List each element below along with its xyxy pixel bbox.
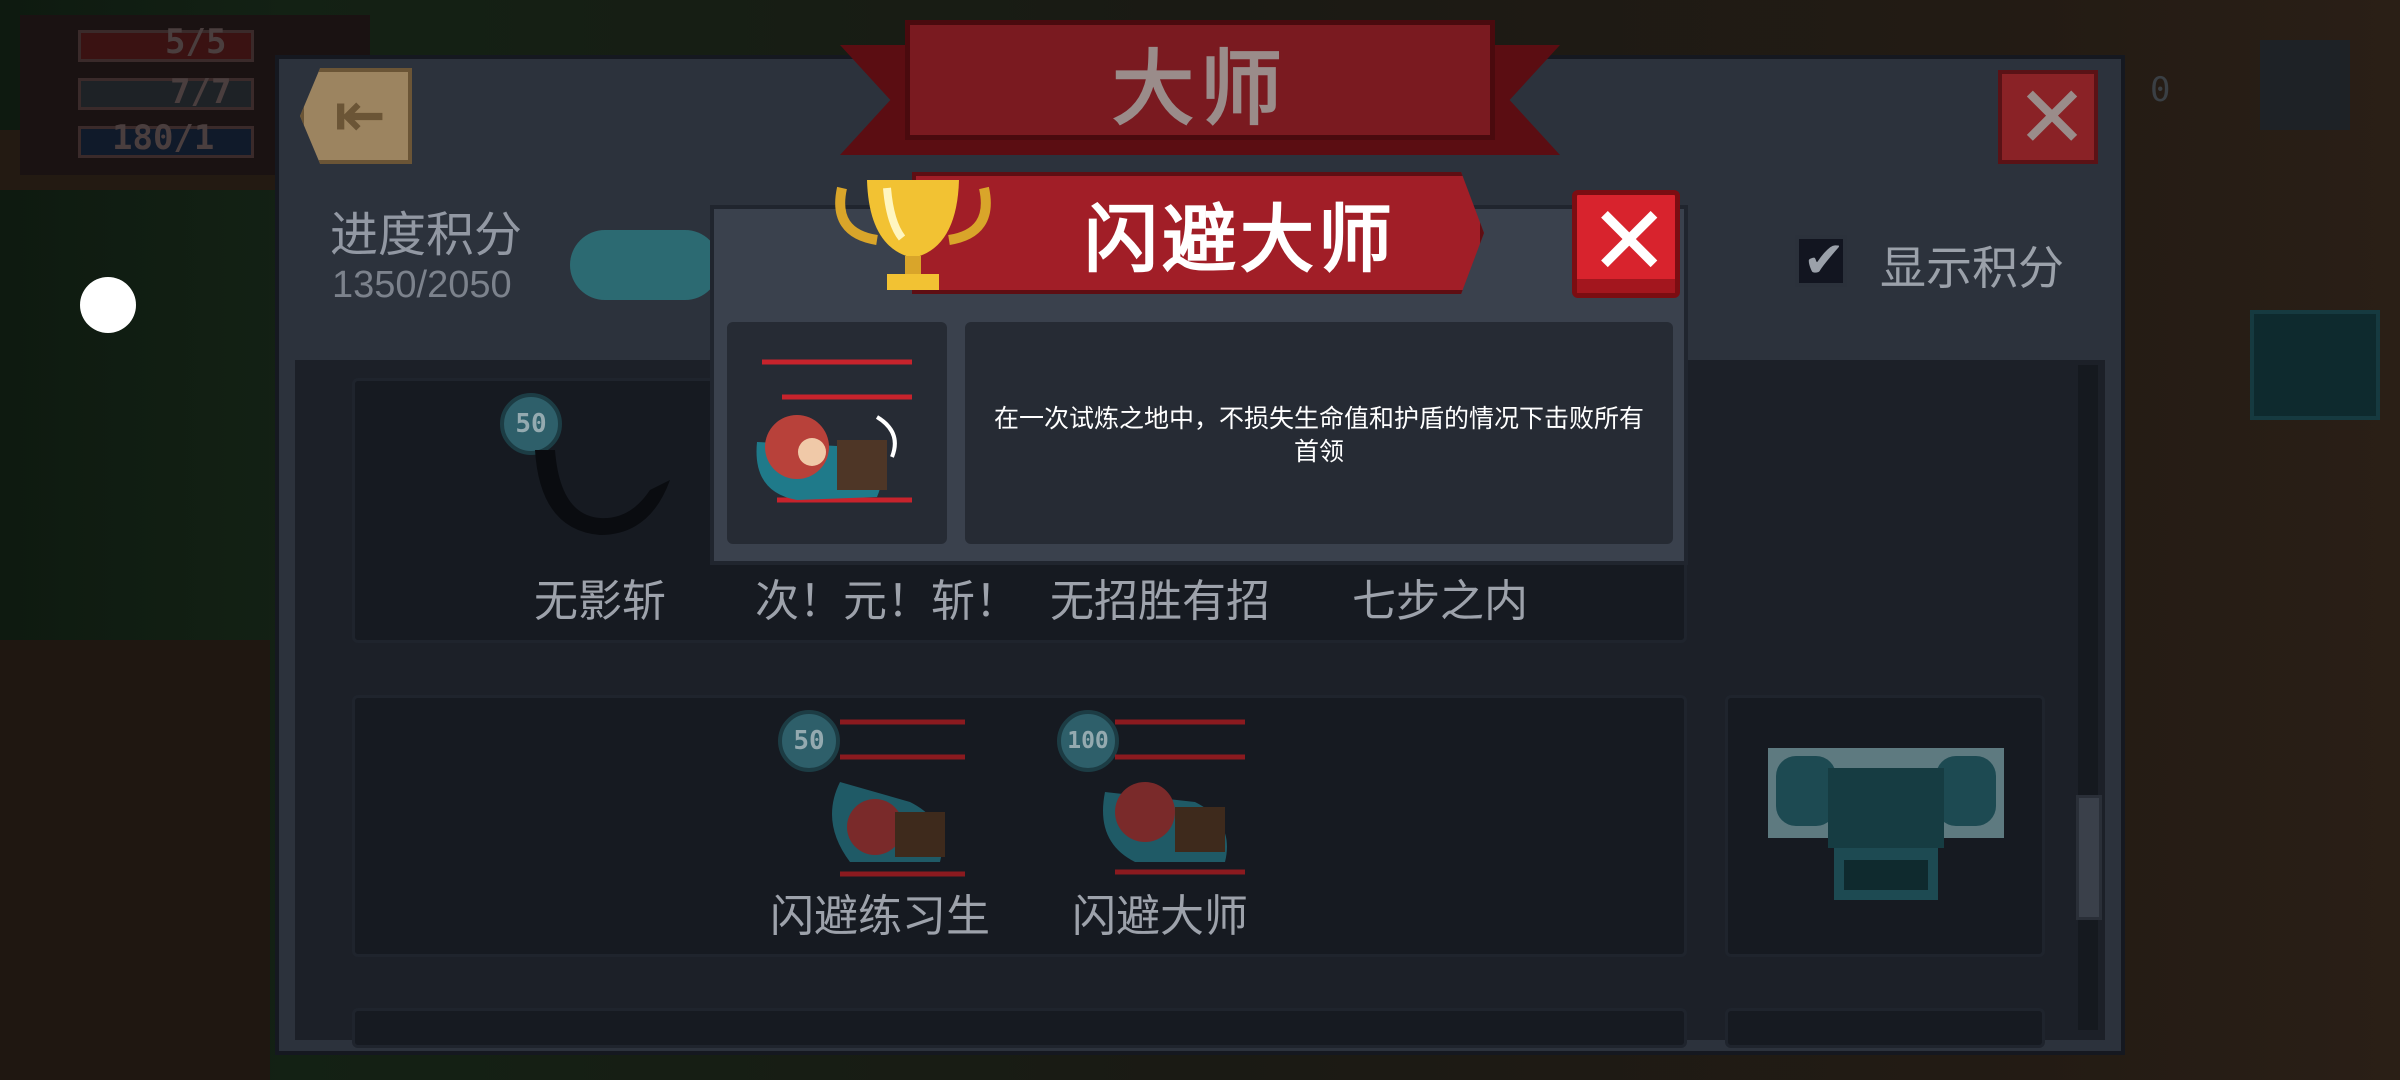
achievement-name[interactable]: 闪避练习生 [760, 880, 1000, 944]
achievement-name[interactable]: 七步之内 [1340, 565, 1540, 629]
achievement-name[interactable]: 闪避大师 [1060, 880, 1260, 944]
show-points-checkbox[interactable]: ✔ [1795, 231, 1847, 289]
panel-close-button[interactable]: ✕ [1998, 68, 2098, 168]
popup-close-button[interactable]: ✕ [1572, 185, 1680, 298]
trophy-icon [835, 180, 991, 290]
hp-text: 5/5 [165, 22, 227, 62]
close-icon: ✕ [2016, 68, 2089, 168]
touch-indicator-dot [80, 277, 136, 333]
dodge-master-icon [1103, 719, 1245, 875]
achievement-row-card [352, 1008, 1687, 1048]
reward-card [1725, 1008, 2045, 1048]
reward-chest-icon[interactable] [1768, 748, 2004, 900]
achievement-description: 在一次试炼之地中，不损失生命值和护盾的情况下击败所有首领 [993, 404, 1644, 466]
achievement-row-card [352, 695, 1687, 957]
energy-text: 180/1 [112, 118, 215, 158]
dodge-apprentice-icon [832, 719, 965, 877]
achievement-icon-frame [727, 322, 947, 544]
show-points-label[interactable]: 显示积分 [1880, 232, 2064, 298]
exit-icon: ⇤ [334, 78, 386, 151]
progress-label: 进度积分 [330, 207, 523, 263]
scrollbar-thumb[interactable] [2076, 795, 2102, 920]
achievement-name[interactable]: 无影斩 [520, 565, 680, 629]
progress-bar-knob [570, 230, 720, 300]
popup-title: 闪避大师 [1084, 197, 1396, 283]
pause-button-area [2140, 30, 2380, 140]
slash-achievement-icon [535, 450, 670, 535]
checkmark-icon: ✔ [1803, 231, 1845, 289]
dodge-master-icon [756, 359, 912, 503]
achievement-name[interactable]: 无招胜有招 [1040, 565, 1280, 629]
progress-value: 1350/2050 [332, 264, 512, 306]
close-icon: ✕ [1589, 185, 1670, 297]
skill-icon [2250, 310, 2380, 420]
armor-text: 7/7 [170, 72, 232, 112]
panel-title: 大师 [1111, 42, 1288, 137]
achievement-name[interactable]: 次！元！斩！ [755, 565, 1019, 629]
scrollbar-track[interactable] [2078, 365, 2098, 1030]
hud-number: 0 [2150, 70, 2171, 110]
back-button[interactable]: ⇤ [300, 68, 412, 164]
